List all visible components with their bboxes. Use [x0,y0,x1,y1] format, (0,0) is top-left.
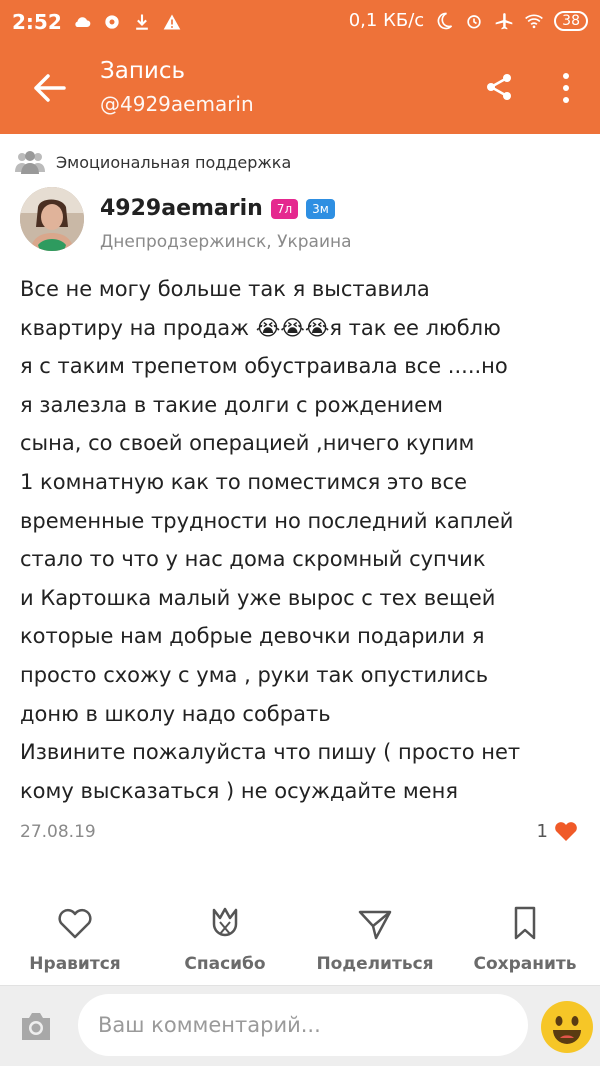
back-arrow-icon[interactable] [28,70,68,106]
comment-input[interactable] [78,994,528,1056]
page-subtitle: @4929aemarin [100,92,254,116]
like-label: Нравится [29,954,121,974]
camera-icon[interactable] [18,1010,54,1042]
author-name[interactable]: 4929aemarin [100,196,263,221]
heart-outline-icon [58,909,92,939]
thanks-button[interactable]: Спасибо [150,890,300,974]
topic-row[interactable]: Эмоциональная поддержка [14,146,291,178]
topic-label: Эмоциональная поддержка [56,152,292,172]
status-time: 2:52 [12,10,62,34]
heart-filled-icon [555,822,577,841]
share-action-button[interactable]: Поделиться [300,890,450,974]
alarm-icon [467,14,481,29]
save-button[interactable]: Сохранить [450,890,600,974]
status-bar: 2:52 0,1 КБ/с 38 [0,0,600,42]
comment-bar [0,985,600,1066]
moon-icon [437,12,453,29]
emoji-icon[interactable] [540,1000,594,1054]
more-options-icon[interactable] [556,70,576,106]
likes-count: 1 [536,820,548,842]
author-row: 4929aemarin 7л 3м [100,196,335,221]
bookmark-icon [514,906,536,940]
group-icon [15,151,45,174]
badge-age: 7л [270,198,299,219]
post-text: Все не могу больше так я выставила кварт… [20,277,521,803]
status-left: 2:52 [12,10,182,34]
warning-icon [163,14,181,30]
network-speed: 0,1 КБ/с [348,10,425,31]
paper-plane-icon [358,910,392,940]
share-label: Поделиться [316,954,434,974]
save-label: Сохранить [473,954,577,974]
wifi-icon [525,14,544,28]
like-button[interactable]: Нравится [0,890,150,974]
share-icon[interactable] [484,72,514,102]
avatar[interactable] [20,187,84,251]
action-bar: Нравится Спасибо Поделиться Сохранить [0,890,600,985]
post-date: 27.08.19 [20,822,96,842]
notification-icon [105,15,119,29]
airplane-icon [495,12,513,29]
cloud-icon [75,17,91,27]
badge-months: 3м [306,198,335,219]
battery-indicator: 38 [554,10,588,31]
likes-counter[interactable]: 1 [537,820,578,842]
download-icon [135,14,148,30]
author-location: Днепродзержинск, Украина [100,232,352,252]
flower-icon [212,907,238,937]
status-right: 0,1 КБ/с 38 [349,10,588,31]
page-title: Запись [100,58,186,84]
app-bar: Запись @4929aemarin [0,42,600,134]
thanks-label: Спасибо [184,954,266,974]
